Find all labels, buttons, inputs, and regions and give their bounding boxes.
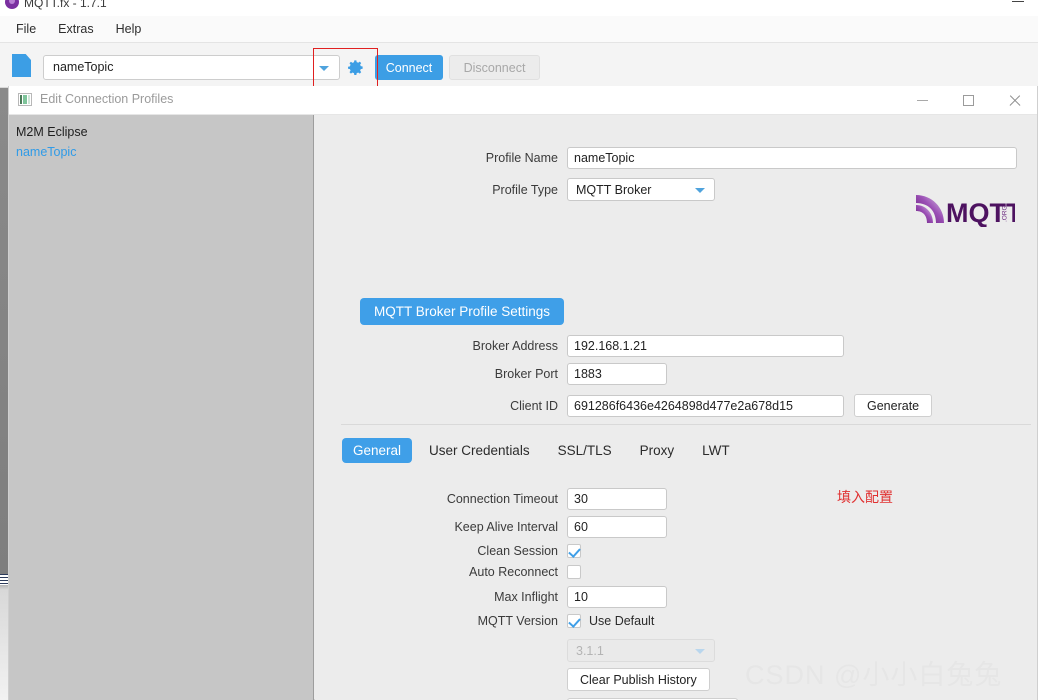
tabs-separator (341, 424, 1031, 425)
mqtt-version-label: MQTT Version (477, 614, 558, 628)
auto-reconnect-label: Auto Reconnect (469, 565, 558, 579)
profile-type-select[interactable]: MQTT Broker (567, 178, 715, 201)
file-icon[interactable] (12, 54, 31, 77)
client-id-row: Client ID Generate (315, 394, 1025, 417)
menu-item-help[interactable]: Help (106, 19, 152, 39)
tab-lwt[interactable]: LWT (691, 438, 741, 463)
generate-button[interactable]: Generate (854, 394, 933, 417)
app-minimize-icon[interactable] (1012, 1, 1024, 2)
broker-settings-header: MQTT Broker Profile Settings (360, 298, 565, 325)
client-id-label: Client ID (510, 398, 558, 413)
close-icon[interactable] (991, 86, 1037, 115)
use-default-label: Use Default (589, 614, 655, 628)
tab-user-credentials[interactable]: User Credentials (418, 438, 541, 463)
settings-tabs: General User Credentials SSL/TLS Proxy L… (342, 438, 747, 463)
edit-connection-profiles-dialog: Edit Connection Profiles M2M Eclipse nam… (8, 86, 1038, 700)
connection-profiles-icon (18, 93, 32, 106)
mqtt-version-select: 3.1.1 (567, 639, 715, 662)
dialog-titlebar: Edit Connection Profiles (9, 86, 1037, 115)
broker-address-input[interactable] (567, 335, 844, 357)
tab-ssl-tls[interactable]: SSL/TLS (547, 438, 623, 463)
use-default-checkbox[interactable] (567, 614, 581, 628)
broker-port-input[interactable] (567, 363, 667, 385)
tab-proxy[interactable]: Proxy (629, 438, 686, 463)
profile-combo-value: nameTopic (53, 60, 114, 74)
profile-name-row: Profile Name (315, 147, 1025, 169)
mqtt-version-row: MQTT Version Use Default (315, 614, 1025, 628)
broker-address-row: Broker Address (315, 335, 1025, 357)
dialog-title: Edit Connection Profiles (40, 92, 174, 106)
chevron-down-icon (695, 188, 705, 193)
sidebar-item-m2m-eclipse[interactable]: M2M Eclipse (16, 122, 313, 142)
chevron-down-icon (695, 649, 705, 654)
disconnect-button[interactable]: Disconnect (449, 55, 540, 80)
max-inflight-label: Max Inflight (494, 590, 558, 604)
broker-port-label: Broker Port (494, 367, 558, 381)
app-title: MQTT.fx - 1.7.1 (24, 0, 107, 10)
profile-type-value: MQTT Broker (576, 182, 652, 197)
profiles-sidebar: M2M Eclipse nameTopic (9, 115, 314, 700)
app-titlebar: MQTT.fx - 1.7.1 (0, 0, 1038, 16)
max-inflight-row: Max Inflight (315, 586, 1025, 608)
profile-combo[interactable]: nameTopic (43, 55, 340, 80)
mqtt-version-value: 3.1.1 (576, 643, 604, 658)
tab-general[interactable]: General (342, 438, 413, 463)
connect-button[interactable]: Connect (375, 55, 443, 80)
toolbar: nameTopic Connect Disconnect (0, 43, 1038, 88)
minimize-icon[interactable] (899, 86, 945, 115)
gear-icon[interactable] (346, 58, 365, 77)
dialog-content: MQTT .ORG Profile Name Profile Type MQTT… (315, 115, 1037, 700)
maximize-icon[interactable] (945, 86, 991, 115)
profile-name-input[interactable] (567, 147, 1017, 169)
keep-alive-input[interactable] (567, 516, 667, 538)
clean-session-checkbox[interactable] (567, 544, 581, 558)
keep-alive-row: Keep Alive Interval (315, 516, 1025, 538)
client-id-input[interactable] (567, 394, 844, 417)
keep-alive-label: Keep Alive Interval (454, 520, 558, 534)
broker-address-label: Broker Address (472, 339, 558, 353)
menubar: File Extras Help (0, 16, 1038, 43)
auto-reconnect-row: Auto Reconnect (315, 565, 1025, 579)
mqtt-app-icon (5, 0, 19, 9)
profile-type-row: Profile Type MQTT Broker (315, 178, 1025, 201)
connection-timeout-label: Connection Timeout (446, 492, 558, 506)
connection-timeout-row: Connection Timeout (315, 488, 1025, 510)
clean-session-row: Clean Session (315, 544, 1025, 558)
profile-name-label: Profile Name (485, 151, 558, 165)
broker-port-row: Broker Port (315, 363, 1025, 385)
menu-item-file[interactable]: File (6, 19, 46, 39)
clean-session-label: Clean Session (477, 544, 558, 558)
sidebar-item-nametopic[interactable]: nameTopic (16, 142, 313, 162)
connection-timeout-input[interactable] (567, 488, 667, 510)
csdn-watermark: CSDN @小小白兔兔 (745, 660, 1003, 690)
chevron-down-icon[interactable] (319, 66, 329, 71)
max-inflight-input[interactable] (567, 586, 667, 608)
screenshot-root: MQTT.fx - 1.7.1 File Extras Help nameTop… (0, 0, 1038, 700)
svg-text:.ORG: .ORG (1002, 205, 1009, 222)
profile-type-label: Profile Type (492, 182, 558, 197)
menu-item-extras[interactable]: Extras (48, 19, 103, 39)
app-left-edge (0, 88, 8, 700)
auto-reconnect-checkbox[interactable] (567, 565, 581, 579)
clear-publish-history-button[interactable]: Clear Publish History (567, 668, 710, 691)
